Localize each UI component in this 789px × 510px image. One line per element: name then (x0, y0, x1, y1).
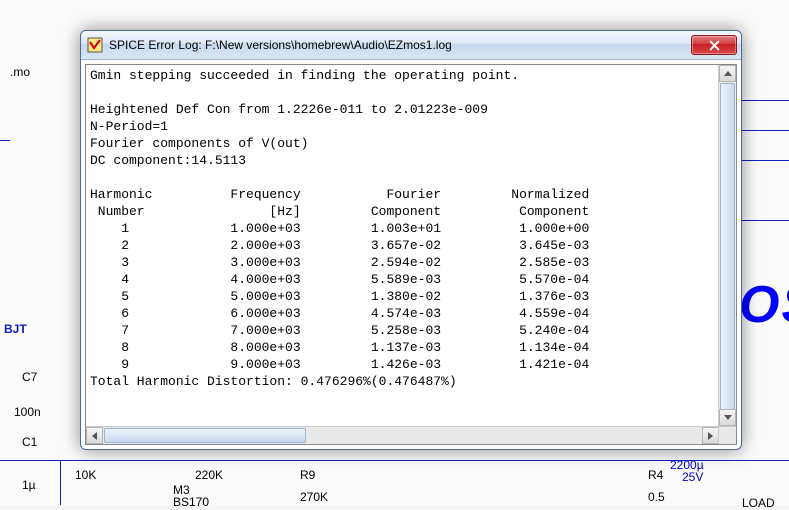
scroll-down-button[interactable] (719, 409, 736, 426)
horizontal-scrollbar[interactable] (86, 426, 736, 444)
bjt-label: BJT (4, 322, 27, 336)
scroll-right-button[interactable] (702, 427, 719, 444)
r9-name: R9 (300, 468, 315, 482)
scroll-up-button[interactable] (719, 65, 736, 82)
log-text[interactable]: Gmin stepping succeeded in finding the o… (86, 65, 718, 426)
r4-value: 0.5 (648, 490, 665, 504)
log-window: SPICE Error Log: F:\New versions\homebre… (80, 30, 742, 450)
cap-25v: 25V (682, 470, 703, 484)
c1-value: 1µ (22, 478, 36, 492)
client-area: Gmin stepping succeeded in finding the o… (85, 64, 737, 445)
close-button[interactable] (691, 35, 737, 55)
size-grip[interactable] (718, 427, 736, 444)
mo-directive: .mo (10, 65, 30, 79)
app-icon (87, 37, 103, 53)
r4-name: R4 (648, 468, 663, 482)
r9-value: 270K (300, 490, 328, 504)
scroll-left-button[interactable] (86, 427, 103, 444)
os-label: OS (739, 275, 789, 335)
c1-name: C1 (22, 435, 37, 449)
window-title: SPICE Error Log: F:\New versions\homebre… (109, 38, 691, 52)
c7-name: C7 (22, 370, 37, 384)
r-220k: 220K (195, 468, 223, 482)
titlebar[interactable]: SPICE Error Log: F:\New versions\homebre… (81, 31, 741, 60)
c7-value: 100n (14, 405, 41, 419)
vertical-scroll-thumb[interactable] (720, 83, 735, 415)
r-10k: 10K (75, 468, 96, 482)
vertical-scrollbar[interactable] (718, 65, 736, 426)
horizontal-scroll-thumb[interactable] (104, 428, 306, 443)
load-label: LOAD (742, 496, 775, 510)
bs170-name: BS170 (173, 495, 209, 509)
